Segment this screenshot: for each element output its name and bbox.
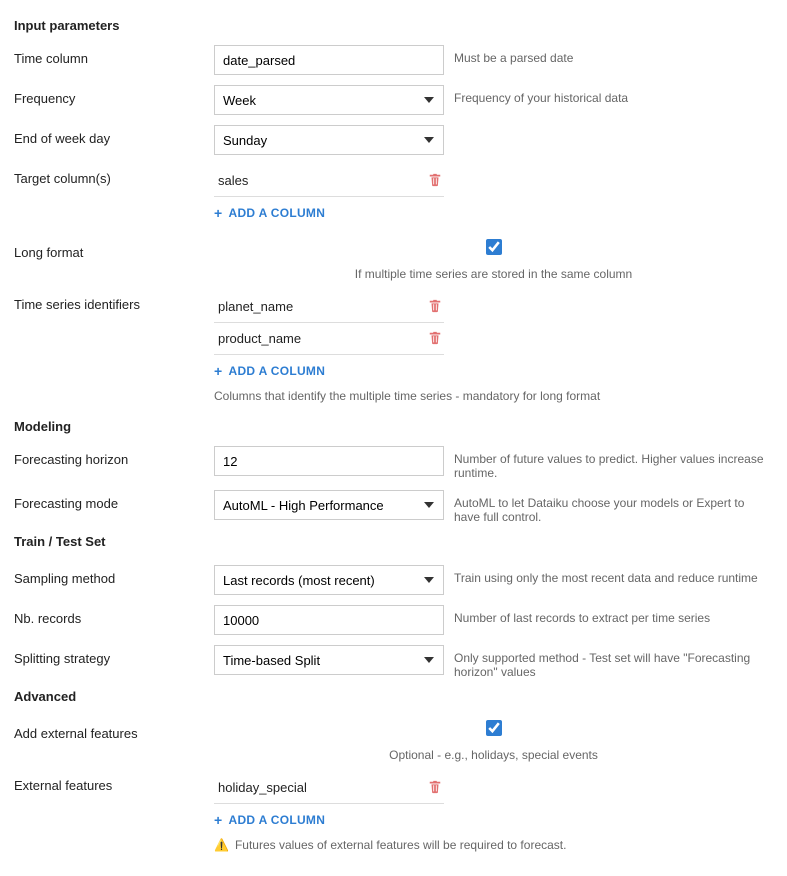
- label-splitting-strategy: Splitting strategy: [14, 645, 214, 666]
- section-modeling: Modeling: [14, 419, 773, 434]
- forecasting-horizon-input[interactable]: [214, 446, 444, 476]
- label-target-columns: Target column(s): [14, 165, 214, 186]
- sampling-method-select[interactable]: Last records (most recent): [214, 565, 444, 595]
- list-item: holiday_special: [214, 772, 444, 804]
- add-external-checkbox[interactable]: [486, 720, 502, 736]
- warning-icon: ⚠️: [214, 838, 229, 852]
- long-format-checkbox[interactable]: [486, 239, 502, 255]
- splitting-strategy-select[interactable]: Time-based Split: [214, 645, 444, 675]
- add-external-feature-button[interactable]: +ADD A COLUMN: [214, 804, 444, 836]
- time-column-input[interactable]: [214, 45, 444, 75]
- add-ts-identifier-button[interactable]: +ADD A COLUMN: [214, 355, 444, 387]
- section-input-parameters: Input parameters: [14, 18, 773, 33]
- forecasting-mode-select[interactable]: AutoML - High Performance: [214, 490, 444, 520]
- frequency-select[interactable]: Week: [214, 85, 444, 115]
- help-sampling-method: Train using only the most recent data an…: [444, 565, 773, 585]
- label-end-of-week: End of week day: [14, 125, 214, 146]
- label-forecasting-horizon: Forecasting horizon: [14, 446, 214, 467]
- help-forecasting-horizon: Number of future values to predict. High…: [444, 446, 773, 480]
- label-time-column: Time column: [14, 45, 214, 66]
- list-item: sales: [214, 165, 444, 197]
- trash-icon[interactable]: [428, 331, 444, 347]
- help-add-external: Optional - e.g., holidays, special event…: [389, 748, 598, 762]
- help-long-format: If multiple time series are stored in th…: [355, 267, 632, 281]
- external-feature-value: holiday_special: [214, 780, 428, 795]
- plus-icon: +: [214, 812, 222, 828]
- label-sampling-method: Sampling method: [14, 565, 214, 586]
- nb-records-input[interactable]: [214, 605, 444, 635]
- trash-icon[interactable]: [428, 173, 444, 189]
- plus-icon: +: [214, 363, 222, 379]
- help-time-column: Must be a parsed date: [444, 45, 773, 65]
- help-external-warn: Futures values of external features will…: [235, 838, 567, 852]
- ts-identifier-value: product_name: [214, 331, 428, 346]
- help-frequency: Frequency of your historical data: [444, 85, 773, 105]
- label-frequency: Frequency: [14, 85, 214, 106]
- help-splitting-strategy: Only supported method - Test set will ha…: [444, 645, 773, 679]
- help-nb-records: Number of last records to extract per ti…: [444, 605, 773, 625]
- target-column-value: sales: [214, 173, 428, 188]
- trash-icon[interactable]: [428, 780, 444, 796]
- ts-identifier-value: planet_name: [214, 299, 428, 314]
- end-of-week-select[interactable]: Sunday: [214, 125, 444, 155]
- label-forecasting-mode: Forecasting mode: [14, 490, 214, 511]
- list-item: planet_name: [214, 291, 444, 323]
- help-ts-identifiers: Columns that identify the multiple time …: [214, 387, 754, 409]
- list-item: product_name: [214, 323, 444, 355]
- add-target-column-button[interactable]: +ADD A COLUMN: [214, 197, 444, 229]
- label-ts-identifiers: Time series identifiers: [14, 291, 214, 312]
- section-advanced: Advanced: [14, 689, 773, 704]
- plus-icon: +: [214, 205, 222, 221]
- label-external-features: External features: [14, 772, 214, 793]
- trash-icon[interactable]: [428, 299, 444, 315]
- label-nb-records: Nb. records: [14, 605, 214, 626]
- section-train-test: Train / Test Set: [14, 534, 773, 549]
- label-add-external: Add external features: [14, 720, 214, 741]
- label-long-format: Long format: [14, 239, 214, 260]
- help-forecasting-mode: AutoML to let Dataiku choose your models…: [444, 490, 773, 524]
